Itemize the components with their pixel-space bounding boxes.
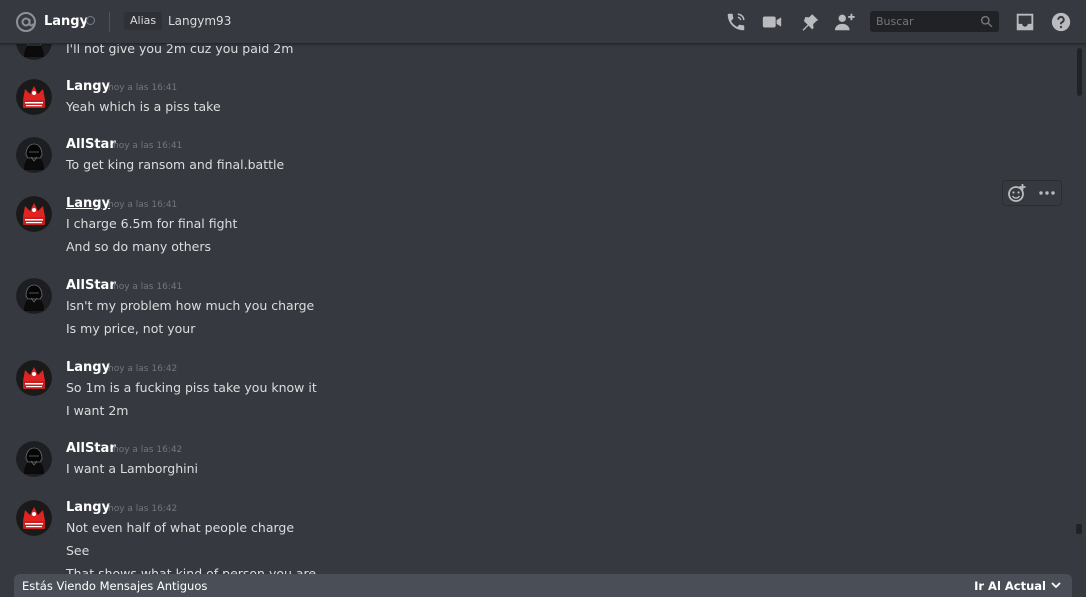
help-icon[interactable]: [1050, 11, 1072, 33]
message-timestamp: hoy a las 16:42: [113, 445, 183, 455]
message-line: To get king ransom and final.battle: [66, 157, 285, 172]
avatar[interactable]: [16, 79, 52, 115]
phone-icon[interactable]: [725, 11, 747, 33]
pin-icon[interactable]: [798, 11, 820, 33]
message-line: Is my price, not your: [66, 321, 196, 336]
dm-username[interactable]: Langy: [44, 14, 88, 29]
message-line: And so do many others: [66, 239, 212, 254]
search-placeholder[interactable]: Buscar: [876, 15, 914, 28]
message-line: Isn't my problem how much you charge: [66, 298, 315, 313]
alias-value: Langym93: [168, 14, 232, 28]
langy-avatar-icon: [16, 500, 52, 536]
at-icon: [16, 12, 36, 32]
chevron-down-icon[interactable]: [1050, 579, 1062, 591]
message-line: So 1m is a fucking piss take you know it: [66, 380, 317, 395]
add-friend-icon[interactable]: [834, 11, 856, 33]
status-offline-icon: [86, 16, 95, 25]
avatar[interactable]: [16, 500, 52, 536]
message-line: That shows what kind of person you are: [66, 566, 317, 574]
message-line: I charge 6.5m for final fight: [66, 216, 238, 231]
channel-header: Langy Alias Langym93 Buscar: [0, 0, 1086, 44]
message-list[interactable]: I'll not give you 2m cuz you paid 2m Lan…: [0, 44, 1074, 574]
avatar[interactable]: [16, 360, 52, 396]
langy-avatar-icon: [16, 196, 52, 232]
message-line: Not even half of what people charge: [66, 520, 295, 535]
scrollbar-thumb[interactable]: [1077, 48, 1082, 96]
more-options-icon[interactable]: [1037, 183, 1057, 203]
old-messages-bar[interactable]: Estás Viendo Mensajes Antiguos Ir Al Act…: [14, 574, 1072, 597]
header-divider: [109, 12, 110, 32]
avatar[interactable]: [16, 44, 52, 60]
alias-label: Alias: [124, 12, 163, 30]
add-reaction-icon[interactable]: [1007, 183, 1027, 203]
avatar[interactable]: [16, 441, 52, 477]
message-timestamp: hoy a las 16:42: [108, 364, 178, 374]
jump-to-present-label[interactable]: Ir Al Actual: [974, 579, 1046, 593]
message-author[interactable]: AllStar: [66, 137, 116, 152]
message-timestamp: hoy a las 16:42: [108, 504, 178, 514]
allstar-avatar-icon: [16, 278, 52, 314]
avatar[interactable]: [16, 278, 52, 314]
message-author[interactable]: Langy: [66, 196, 110, 211]
scrollbar-marker: [1076, 524, 1082, 534]
message-author[interactable]: AllStar: [66, 441, 116, 456]
video-icon[interactable]: [761, 11, 783, 33]
message-timestamp: hoy a las 16:41: [113, 282, 183, 292]
message-hover-toolbar: [1002, 180, 1062, 206]
search-icon[interactable]: [980, 15, 993, 28]
message-author[interactable]: Langy: [66, 360, 110, 375]
scrollbar-track[interactable]: [1075, 44, 1083, 574]
message-timestamp: hoy a las 16:41: [108, 200, 178, 210]
avatar[interactable]: [16, 196, 52, 232]
allstar-avatar-icon: [16, 44, 52, 60]
message-author[interactable]: AllStar: [66, 278, 116, 293]
inbox-icon[interactable]: [1014, 11, 1036, 33]
message-line: I want a Lamborghini: [66, 461, 199, 476]
allstar-avatar-icon: [16, 137, 52, 173]
old-messages-text: Estás Viendo Mensajes Antiguos: [22, 579, 208, 593]
message-line: I'll not give you 2m cuz you paid 2m: [66, 44, 294, 56]
message-line: Yeah which is a piss take: [66, 99, 221, 114]
search-box[interactable]: Buscar: [870, 11, 999, 32]
message-author[interactable]: Langy: [66, 500, 110, 515]
message-timestamp: hoy a las 16:41: [108, 83, 178, 93]
message-line: See: [66, 543, 90, 558]
message-author[interactable]: Langy: [66, 79, 110, 94]
allstar-avatar-icon: [16, 441, 52, 477]
message-timestamp: hoy a las 16:41: [113, 141, 183, 151]
langy-avatar-icon: [16, 79, 52, 115]
avatar[interactable]: [16, 137, 52, 173]
message-line: I want 2m: [66, 403, 129, 418]
langy-avatar-icon: [16, 360, 52, 396]
